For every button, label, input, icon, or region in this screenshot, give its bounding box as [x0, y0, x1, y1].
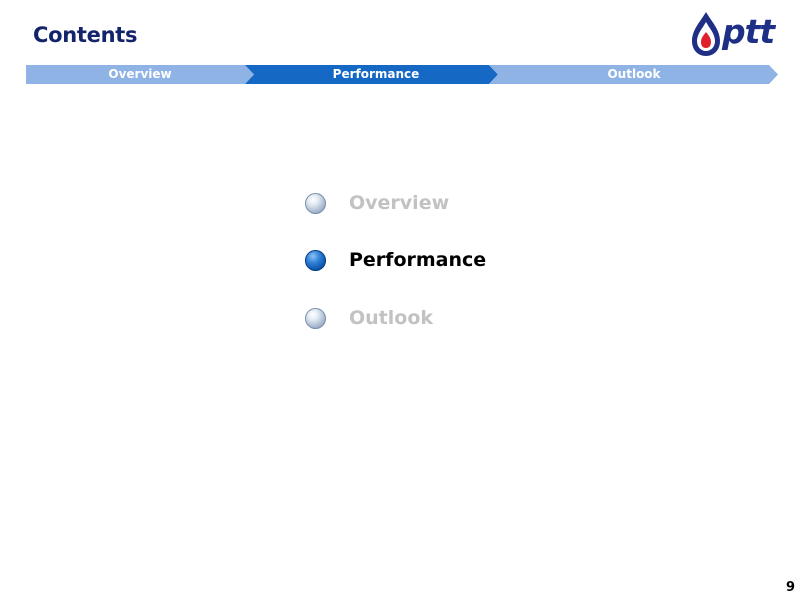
tab-overview[interactable]: Overview [26, 65, 254, 84]
section-progress-bar: Overview Performance Outlook [26, 65, 778, 84]
tab-performance[interactable]: Performance [254, 65, 498, 84]
agenda-item-label: Outlook [349, 307, 434, 329]
tab-outlook[interactable]: Outlook [498, 65, 770, 84]
agenda-item-label: Overview [349, 192, 450, 214]
bullet-icon [305, 193, 326, 214]
bullet-icon [305, 308, 326, 329]
agenda-item-performance[interactable]: Performance [305, 247, 565, 273]
bullet-icon [305, 250, 326, 271]
agenda-item-outlook[interactable]: Outlook [305, 305, 565, 331]
page-title: Contents [33, 23, 138, 47]
ptt-logo-text: ptt [722, 12, 775, 51]
agenda-item-overview[interactable]: Overview [305, 190, 565, 216]
agenda-item-label: Performance [349, 249, 487, 271]
page-number: 9 [786, 580, 796, 595]
